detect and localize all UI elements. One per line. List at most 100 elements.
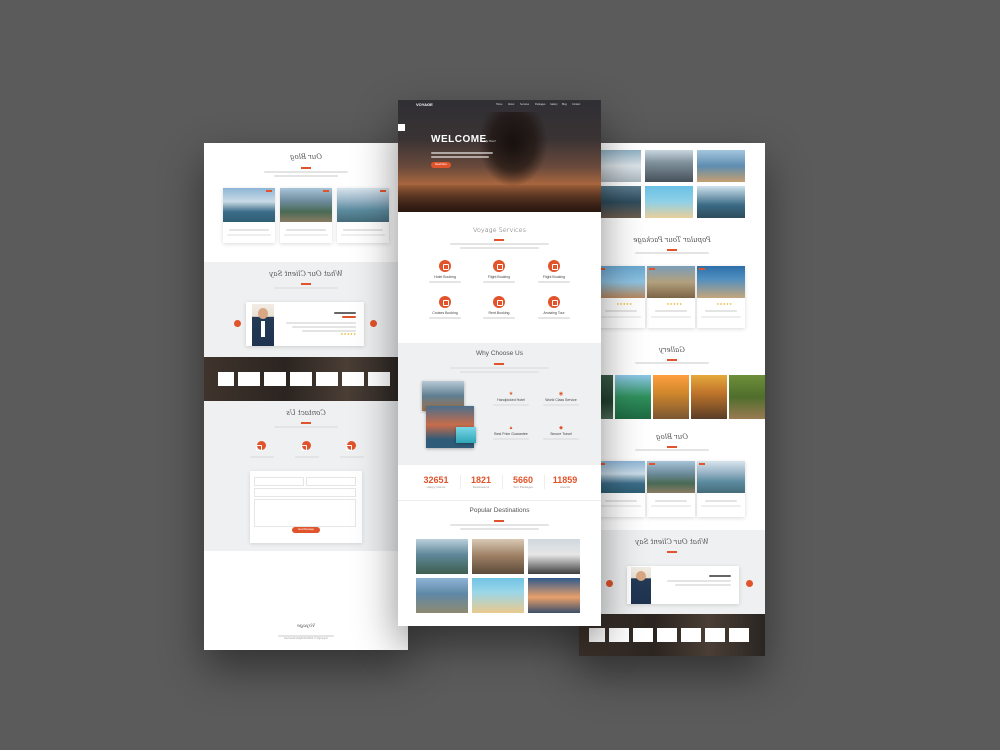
price-badge — [699, 268, 705, 270]
email-field[interactable] — [254, 477, 304, 486]
subject-field[interactable] — [254, 488, 356, 497]
destinations-grid — [416, 539, 584, 615]
right-testimonial-title: What Our Client Say — [635, 538, 709, 546]
gallery-photo — [653, 375, 689, 419]
gallery-photo — [697, 186, 745, 218]
partner-logo — [316, 372, 338, 386]
nav-blog[interactable]: Blog — [562, 103, 567, 106]
packages-title: Popular Tour Package — [633, 236, 711, 244]
package-image — [597, 266, 645, 298]
map-icon — [548, 296, 560, 308]
feature-label: Best Price Guarantee — [494, 432, 528, 436]
left-page: Our Blog What Our Client Say ★★★★★ Conta… — [204, 143, 408, 650]
feature-secure-travel: ◆ Secure Travel — [538, 425, 584, 442]
footer-brand: Voyage — [296, 623, 316, 629]
nav-gallery[interactable]: Gallery — [550, 103, 558, 106]
service-flight[interactable]: Flight Booking — [480, 260, 518, 285]
nav-about[interactable]: About — [508, 103, 514, 106]
globe-icon: ◉ — [558, 391, 564, 397]
send-message-button[interactable]: Send Message — [292, 527, 320, 533]
blog-image — [697, 461, 745, 493]
side-toggle[interactable] — [398, 124, 405, 131]
partner-logo — [368, 372, 390, 386]
package-image — [697, 266, 745, 298]
footer-copyright: Copyright © 2018 All Rights Reserved — [284, 637, 328, 640]
nav-contact[interactable]: Contact — [572, 103, 580, 106]
stat-packages: 5660 Tour Packages — [502, 475, 543, 489]
right-blog-card-1[interactable] — [697, 461, 745, 517]
car-icon — [493, 296, 505, 308]
why-photo — [456, 427, 476, 443]
package-card-2[interactable]: ★★★★★ — [647, 266, 695, 328]
testimonial-next-arrow[interactable] — [370, 320, 377, 327]
nav-packages[interactable]: Packages — [535, 103, 546, 106]
date-badge — [380, 190, 386, 192]
right-blog-card-3[interactable] — [597, 461, 645, 517]
partner-logo — [609, 628, 629, 642]
testimonial-card — [627, 566, 739, 604]
left-blog-card-1[interactable] — [223, 188, 275, 243]
package-card-1[interactable]: ★★★★★ — [697, 266, 745, 328]
feature-best-price: ▲ Best Price Guarantee — [488, 425, 534, 442]
testimonial-prev-arrow[interactable] — [606, 580, 613, 587]
left-blog-card-2[interactable] — [280, 188, 332, 243]
partner-logo — [218, 372, 234, 386]
stat-awards: 11859 Awards — [544, 475, 585, 489]
hero-section: VOYAGE Home About Services Packages Gall… — [398, 100, 601, 212]
destination-photo[interactable] — [528, 578, 580, 613]
right-partner-strip — [579, 614, 765, 656]
service-label: Flight Booking — [487, 275, 511, 279]
message-field[interactable] — [254, 499, 356, 527]
feature-handpicked-hotel: ★ Handpicked Hotel — [488, 391, 534, 408]
destination-photo[interactable] — [416, 578, 468, 613]
gallery-photo — [697, 150, 745, 182]
service-rent[interactable]: Rent Booking — [480, 296, 518, 321]
services-title: Voyage Services — [472, 226, 527, 234]
destination-photo[interactable] — [472, 539, 524, 574]
testimonial-next-arrow[interactable] — [746, 580, 753, 587]
blog-image — [647, 461, 695, 493]
ticket-icon — [548, 260, 560, 272]
top-gallery-grid — [593, 150, 745, 218]
gallery-photo — [645, 186, 693, 218]
left-blog-card-3[interactable] — [337, 188, 389, 243]
destination-photo[interactable] — [416, 539, 468, 574]
destinations-title: Popular Destinations — [469, 507, 530, 514]
hotel-icon — [439, 260, 451, 272]
testimonial-prev-arrow[interactable] — [234, 320, 241, 327]
hero-read-more-button[interactable]: Read More — [431, 162, 451, 168]
right-blog-card-2[interactable] — [647, 461, 695, 517]
star-icon: ★ — [508, 391, 514, 397]
gallery-photo — [645, 150, 693, 182]
why-title: Why Choose Us — [476, 350, 523, 357]
service-flight-2[interactable]: Flight Booking — [535, 260, 573, 285]
partner-logo — [681, 628, 701, 642]
nav-home[interactable]: Home — [496, 103, 502, 106]
partner-logo — [589, 628, 605, 642]
date-badge — [323, 190, 329, 192]
service-cruise[interactable]: Cruises Booking — [426, 296, 464, 321]
service-label: Flight Booking — [542, 275, 566, 279]
blog-image — [280, 188, 332, 222]
center-page: VOYAGE Home About Services Packages Gall… — [398, 100, 601, 626]
email-icon — [257, 441, 266, 450]
partner-logo — [657, 628, 677, 642]
partner-logo — [290, 372, 312, 386]
name-field[interactable] — [306, 477, 356, 486]
gallery-row — [579, 375, 765, 419]
brand-logo[interactable]: VOYAGE — [416, 102, 433, 107]
service-tour[interactable]: Amazing Tour — [535, 296, 573, 321]
date-badge — [266, 190, 272, 192]
partner-logo — [705, 628, 725, 642]
nav-services[interactable]: Services — [520, 103, 529, 106]
destination-photo[interactable] — [528, 539, 580, 574]
partner-logo — [264, 372, 286, 386]
service-label: Cruises Booking — [432, 311, 458, 315]
destination-photo[interactable] — [472, 578, 524, 613]
service-hotel[interactable]: Hotel Booking — [426, 260, 464, 285]
package-card-3[interactable]: ★★★★★ — [597, 266, 645, 328]
service-label: Amazing Tour — [543, 311, 565, 315]
partner-logo — [238, 372, 260, 386]
stat-clients: 32651 Happy Clients — [423, 475, 449, 489]
testimonial-card: ★★★★★ — [246, 302, 364, 346]
